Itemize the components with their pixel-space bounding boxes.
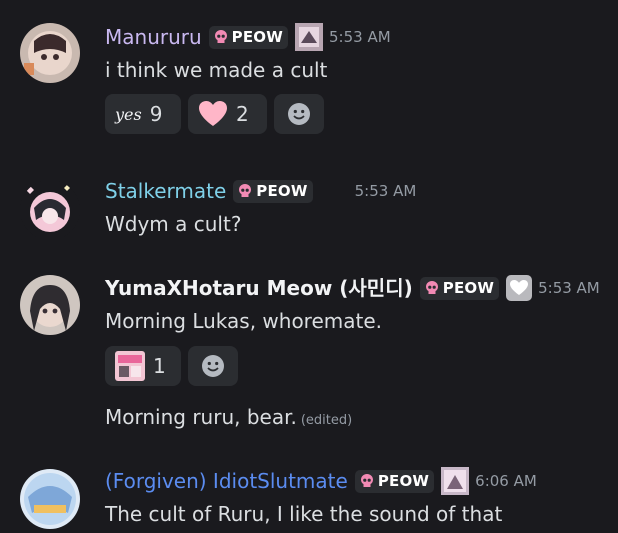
guild-tag-label: PEOW xyxy=(377,472,430,490)
guild-tag[interactable]: PEOW xyxy=(233,179,313,203)
reactions: 1 xyxy=(105,346,238,386)
reaction-count: 2 xyxy=(236,102,249,126)
timestamp[interactable]: 5:53 AM xyxy=(538,279,600,297)
role-icon[interactable] xyxy=(295,23,324,51)
skull-icon xyxy=(214,30,227,43)
avatar[interactable] xyxy=(20,180,80,240)
reaction-count: 1 xyxy=(153,354,166,378)
skull-icon xyxy=(239,184,252,197)
message-text: The cult of Ruru, I like the sound of th… xyxy=(105,502,503,526)
edited-label: (edited) xyxy=(300,413,353,428)
message-text: i think we made a cult xyxy=(105,58,328,82)
add-reaction-button[interactable] xyxy=(188,346,238,386)
reactions: yes 9 2 xyxy=(105,94,324,134)
avatar[interactable] xyxy=(20,469,80,529)
smiley-icon xyxy=(202,355,224,377)
yes-emoji-icon: yes xyxy=(115,104,142,124)
avatar[interactable] xyxy=(20,23,80,83)
author-name[interactable]: YumaXHotaru Meow (사민디) xyxy=(105,275,413,301)
message-text: Morning Lukas, whoremate. xyxy=(105,309,383,333)
skull-icon xyxy=(425,281,438,294)
reaction-peow-sticker[interactable]: 1 xyxy=(105,346,181,386)
guild-tag-label: PEOW xyxy=(231,28,284,46)
pink-heart-icon xyxy=(199,101,227,126)
followup-text: Morning ruru, bear. xyxy=(105,405,297,429)
guild-tag[interactable]: PEOW xyxy=(354,469,435,493)
author-name[interactable]: (Forgiven) IdiotSlutmate xyxy=(105,468,348,494)
guild-tag-label: PEOW xyxy=(442,279,495,297)
guild-tag-label: PEOW xyxy=(256,182,308,200)
reaction-count: 9 xyxy=(149,102,163,126)
message-text: Wdym a cult? xyxy=(105,212,242,236)
guild-tag[interactable]: PEOW xyxy=(208,25,289,49)
heart-role-icon[interactable] xyxy=(506,275,533,301)
author-name[interactable]: Stalkermate xyxy=(105,178,226,204)
followup-message-text: Morning ruru, bear. (edited) xyxy=(105,404,352,434)
timestamp[interactable]: 6:06 AM xyxy=(475,472,537,490)
add-reaction-button[interactable] xyxy=(274,94,324,134)
author-name[interactable]: Manururu xyxy=(105,24,202,50)
role-icon[interactable] xyxy=(441,467,470,495)
guild-tag[interactable]: PEOW xyxy=(419,276,500,300)
skull-icon xyxy=(360,474,373,487)
peow-sticker-icon xyxy=(115,351,145,381)
avatar[interactable] xyxy=(20,275,80,335)
smiley-icon xyxy=(288,103,310,125)
reaction-yes[interactable]: yes 9 xyxy=(105,94,181,134)
timestamp[interactable]: 5:53 AM xyxy=(329,28,391,46)
timestamp[interactable]: 5:53 AM xyxy=(355,182,417,200)
reaction-heart[interactable]: 2 xyxy=(188,94,267,134)
